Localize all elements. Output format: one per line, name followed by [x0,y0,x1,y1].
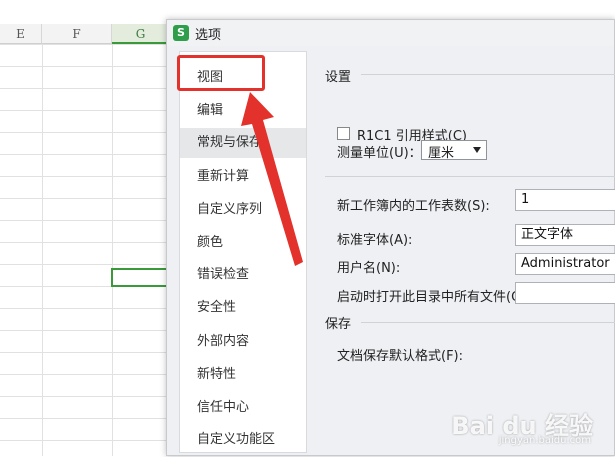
highlight-box [177,55,265,91]
dialog-titlebar[interactable]: S 选项 [167,20,614,46]
nav-item-trust-center[interactable]: 信任中心 [180,393,306,423]
grid-row-line [0,418,170,419]
nav-item-edit[interactable]: 编辑 [180,96,306,126]
nav-item-custom-lists[interactable]: 自定义序列 [180,195,306,225]
sheets-count-input[interactable]: 1 [515,189,615,211]
unit-label: 测量单位(U)： [337,146,422,161]
options-category-list: 视图 编辑 常规与保存 重新计算 自定义序列 颜色 错误检查 安全性 外部内容 … [179,51,307,453]
grid-row-line [0,352,170,353]
baidu-watermark: Bai du 经验 jingyan.baidu.com [451,402,601,450]
nav-item-general-save[interactable]: 常规与保存 [180,128,306,158]
nav-item-recalculation[interactable]: 重新计算 [180,162,306,192]
sheets-count-label: 新工作簿内的工作表数(S): [337,199,490,214]
grid-row-line [0,264,170,265]
nav-item-external-content[interactable]: 外部内容 [180,327,306,357]
grid-row-line [0,66,170,67]
settings-group-line [361,74,615,75]
grid-column-line [42,44,43,456]
dialog-title: 选项 [195,28,222,43]
nav-item-customize-ribbon[interactable]: 自定义功能区 [180,425,306,455]
grid-row-line [0,308,170,309]
nav-item-new-features[interactable]: 新特性 [180,360,306,390]
chevron-down-icon [473,147,481,153]
username-input[interactable]: Administrator [515,253,615,275]
settings-group-title: 设置 [325,70,352,85]
save-group-title: 保存 [325,317,352,332]
nav-item-error-checking[interactable]: 错误检查 [180,260,306,290]
unit-select-value: 厘米 [428,146,455,161]
grid-row-line [0,44,170,45]
column-header-e[interactable]: E [0,24,42,44]
username-label: 用户名(N): [337,261,401,276]
grid-row-line [0,396,170,397]
grid-row-line [0,176,170,177]
grid-row-line [0,330,170,331]
grid-row-line [0,88,170,89]
nav-item-color[interactable]: 颜色 [180,228,306,258]
unit-select[interactable]: 厘米 [421,140,487,161]
grid-row-line [0,242,170,243]
save-group-line [361,322,615,323]
standard-font-select[interactable]: 正文字体 [515,224,615,246]
grid-row-line [0,198,170,199]
nav-item-security[interactable]: 安全性 [180,293,306,323]
startup-folder-label: 启动时打开此目录中所有文件(O): [337,290,531,305]
startup-folder-input[interactable] [515,282,615,304]
grid-row-line [0,374,170,375]
wps-app-icon: S [173,25,189,41]
watermark-sub: jingyan.baidu.com [498,435,591,446]
grid-row-line [0,440,170,441]
column-header-f[interactable]: F [42,24,112,44]
grid-row-line [0,110,170,111]
r1c1-checkbox[interactable] [337,127,350,140]
grid-column-line [112,44,113,456]
standard-font-label: 标准字体(A): [337,233,413,248]
selected-cell[interactable] [111,268,169,287]
grid-row-line [0,154,170,155]
column-header-g[interactable]: G [112,24,170,44]
grid-row-line [0,132,170,133]
general-save-panel: 设置 R1C1 引用样式(C) 测量单位(U)： 厘米 新工作簿内的工作表数(S… [313,51,615,457]
settings-divider [325,176,615,177]
default-format-label: 文档保存默认格式(F): [337,349,464,364]
grid-row-line [0,220,170,221]
